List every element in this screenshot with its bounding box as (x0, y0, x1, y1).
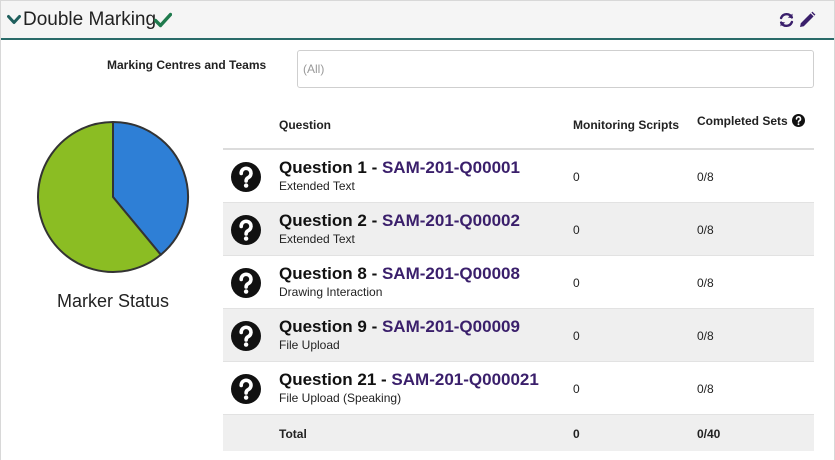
panel-title: Double Marking (23, 9, 157, 30)
completed-sets-value: 0/8 (697, 382, 714, 396)
marker-status-label: Marker Status (56, 291, 170, 311)
refresh-icon[interactable] (778, 11, 795, 29)
question-type: Extended Text (279, 179, 355, 193)
question-code-link[interactable]: SAM-201-Q00002 (382, 211, 520, 230)
monitoring-scripts-value: 0 (573, 170, 580, 184)
monitoring-scripts-value: 0 (573, 329, 580, 343)
total-label: Total (279, 427, 307, 441)
table-row[interactable]: Question 9 - SAM-201-Q00009 File Upload 0 0… (223, 309, 814, 362)
marking-centres-input[interactable] (297, 50, 814, 88)
question-title: Question 2 - SAM-201-Q00002 (279, 211, 520, 231)
completed-sets-value: 0/8 (697, 329, 714, 343)
monitoring-scripts-value: 0 (573, 276, 580, 290)
question-code-link[interactable]: SAM-201-Q00008 (382, 264, 520, 283)
question-help-icon[interactable] (231, 215, 261, 245)
table-row[interactable]: Question 2 - SAM-201-Q00002 Extended Text… (223, 203, 814, 256)
total-monitoring-scripts: 0 (573, 427, 580, 441)
help-icon[interactable] (791, 114, 805, 127)
panel-header[interactable]: Double Marking (1, 0, 834, 40)
completed-sets-value: 0/8 (697, 276, 714, 290)
marker-status-pie-chart (37, 121, 189, 273)
completed-sets-value: 0/8 (697, 223, 714, 237)
question-help-icon[interactable] (231, 268, 261, 298)
question-code-link[interactable]: SAM-201-Q000021 (391, 370, 538, 389)
question-title-label: Question 1 - (279, 158, 382, 177)
marking-centres-label: Marking Centres and Teams (107, 58, 267, 72)
monitoring-scripts-value: 0 (573, 223, 580, 237)
table-row[interactable]: Question 21 - SAM-201-Q000021 File Upload… (223, 362, 814, 415)
question-title: Question 21 - SAM-201-Q000021 (279, 370, 539, 390)
column-header-completed-sets-label: Completed Sets (697, 114, 788, 128)
question-title: Question 8 - SAM-201-Q00008 (279, 264, 520, 284)
question-type: Extended Text (279, 232, 355, 246)
table-row[interactable]: Question 8 - SAM-201-Q00008 Drawing Inter… (223, 256, 814, 309)
question-code-link[interactable]: SAM-201-Q00009 (382, 317, 520, 336)
total-completed-sets: 0/40 (697, 427, 721, 441)
completed-sets-value: 0/8 (697, 170, 714, 184)
chevron-down-icon[interactable] (7, 14, 21, 26)
monitoring-scripts-value: 0 (573, 382, 580, 396)
question-code-link[interactable]: SAM-201-Q00001 (382, 158, 520, 177)
question-type: Drawing Interaction (279, 285, 383, 299)
question-title: Question 1 - SAM-201-Q00001 (279, 158, 520, 178)
double-marking-panel: Double Marking Marking Centres and Teams… (0, 0, 835, 460)
question-help-icon[interactable] (231, 321, 261, 351)
question-title-label: Question 21 - (279, 370, 392, 389)
question-title-label: Question 2 - (279, 211, 382, 230)
question-title-label: Question 8 - (279, 264, 382, 283)
question-title-label: Question 9 - (279, 317, 382, 336)
question-title: Question 9 - SAM-201-Q00009 (279, 317, 520, 337)
check-icon (154, 12, 172, 28)
table-total-row: Total 0 0/40 (223, 415, 814, 451)
pencil-icon[interactable] (798, 11, 816, 29)
question-type: File Upload (279, 338, 340, 352)
question-type: File Upload (Speaking) (279, 391, 402, 405)
question-help-icon[interactable] (231, 162, 261, 192)
question-help-icon[interactable] (231, 374, 261, 404)
table-row[interactable]: Question 1 - SAM-201-Q00001 Extended Text… (223, 150, 814, 203)
